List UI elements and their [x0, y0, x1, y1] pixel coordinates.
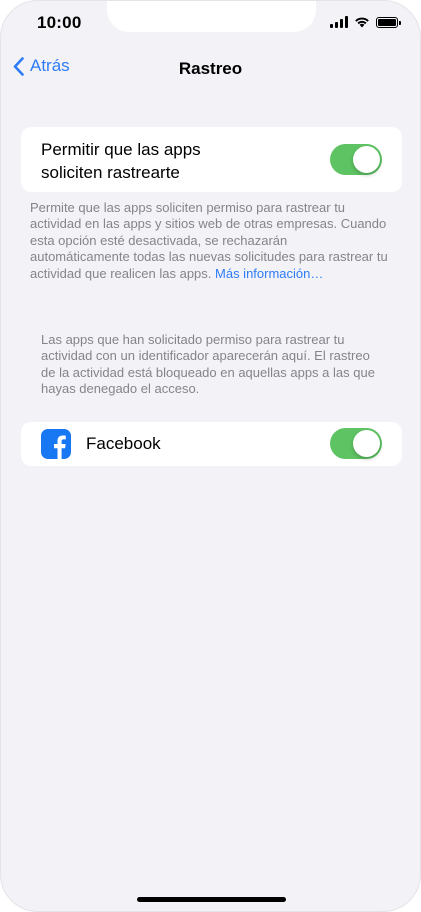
toggle-knob: [353, 146, 380, 173]
app-row-facebook: Facebook: [21, 422, 402, 466]
apps-section-footnote: Las apps que han solicitado permiso para…: [41, 332, 375, 397]
status-indicators: [330, 16, 401, 28]
allow-tracking-label: Permitir que las apps soliciten rastrear…: [41, 138, 271, 184]
cellular-signal-icon: [330, 16, 348, 28]
allow-tracking-toggle[interactable]: [330, 144, 382, 175]
allow-tracking-row: Permitir que las apps soliciten rastrear…: [21, 127, 402, 192]
app-name: Facebook: [86, 434, 161, 453]
allow-tracking-label-line1: Permitir que las apps: [41, 140, 201, 159]
page-title: Rastreo: [178, 59, 243, 78]
allow-tracking-footnote: Permite que las apps soliciten permiso p…: [30, 200, 390, 282]
phone-screen: 10:00 Atrás Rastreo Permitir que las app…: [0, 0, 421, 912]
status-time: 10:00: [37, 13, 82, 32]
battery-icon: [376, 16, 401, 28]
home-indicator[interactable]: [137, 897, 286, 902]
status-bar: 10:00: [1, 1, 420, 47]
allow-tracking-label-line2: soliciten rastrearte: [41, 163, 180, 182]
wifi-icon: [355, 17, 369, 28]
toggle-knob: [353, 430, 380, 457]
allow-tracking-description: Permite que las apps soliciten permiso p…: [30, 200, 388, 281]
facebook-tracking-toggle[interactable]: [330, 428, 382, 459]
facebook-icon: [41, 429, 71, 459]
navigation-bar: Atrás Rastreo: [1, 51, 420, 87]
more-info-link[interactable]: Más información…: [215, 266, 323, 281]
battery-level: [378, 18, 396, 26]
